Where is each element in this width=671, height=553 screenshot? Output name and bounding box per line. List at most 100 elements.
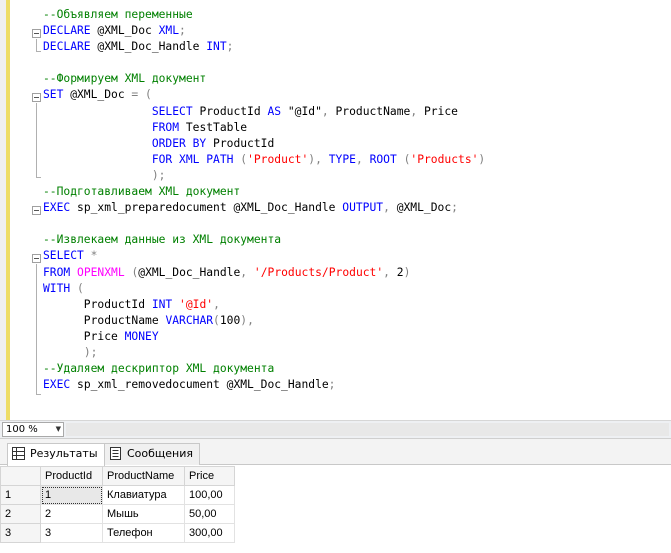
chevron-down-icon[interactable]: ▼ [56,423,61,436]
grid-cell-productid[interactable]: 1 [40,485,103,505]
grid-cell-productid[interactable]: 3 [40,523,103,543]
code-token: ) [403,265,411,279]
code-line[interactable]: ); [43,168,485,184]
code-line[interactable]: --Объявляем переменные [43,7,485,23]
sql-code[interactable]: --Объявляем переменные DECLARE @XML_Doc X… [43,7,485,393]
code-line[interactable]: EXEC sp_xml_preparedocument @XML_Doc_Han… [43,200,485,216]
code-token: INT [151,297,173,311]
code-token: '@Id' [179,297,214,311]
grid-cell-price[interactable]: 100,00 [184,485,235,505]
zoom-dropdown[interactable]: 100 % ▼ [2,422,64,437]
table-row[interactable]: 1 1 Клавиатура 100,00 [0,485,235,505]
code-token: --Подготавливаем XML документ [43,185,241,199]
code-line[interactable]: EXEC sp_xml_removedocument @XML_Doc_Hand… [43,377,485,393]
code-token: ProductId [43,297,152,311]
code-token: @XML_Doc [90,24,159,38]
code-line[interactable]: FROM TestTable [43,120,485,136]
grid-cell-productname[interactable]: Клавиатура [102,485,185,505]
code-line[interactable]: FOR XML PATH ('Product'), TYPE, ROOT ('P… [43,152,485,168]
code-token: , [383,265,390,279]
code-line[interactable]: ProductId INT '@Id', [43,297,485,313]
zoom-value: 100 % [6,424,38,435]
code-token: --Объявляем переменные [43,8,193,21]
fold-guide [36,103,37,177]
code-token: ; [226,40,234,54]
collapse-icon[interactable] [32,206,41,215]
code-token: Price [43,329,125,343]
code-token: ; [451,201,458,215]
table-row[interactable]: 2 2 Мышь 50,00 [0,504,235,524]
results-grid[interactable]: ProductId ProductName Price 1 1 Клавиату… [0,466,235,543]
code-token: EXEC [43,378,71,392]
row-number[interactable]: 3 [0,523,41,543]
grid-cell-productname[interactable]: Мышь [102,504,185,524]
fold-guide-end [36,394,41,395]
code-token: ProductName [43,313,166,327]
column-header-productname[interactable]: ProductName [102,466,185,486]
code-token: OUTPUT [342,201,384,215]
code-line[interactable]: --Формируем XML документ [43,71,485,87]
column-header-price[interactable]: Price [184,466,235,486]
column-header-productid[interactable]: ProductId [40,466,103,486]
code-line[interactable]: DECLARE @XML_Doc XML; [43,23,485,39]
code-token: , [355,152,363,166]
query-editor[interactable]: --Объявляем переменные DECLARE @XML_Doc X… [0,0,671,420]
collapse-icon[interactable] [32,254,41,263]
code-line[interactable]: --Подготавливаем XML документ [43,184,485,200]
code-token: EXEC [43,201,71,215]
code-line[interactable]: FROM OPENXML (@XML_Doc_Handle, '/Product… [43,265,485,281]
code-line[interactable]: Price MONEY [43,329,485,345]
grid-cell-productid[interactable]: 2 [40,504,103,524]
code-line[interactable]: SET @XML_Doc = ( [43,87,485,103]
tab-results[interactable]: Результаты [7,443,105,466]
row-number[interactable]: 1 [0,485,41,505]
code-token: DECLARE [43,24,91,38]
code-token: OPENXML [77,265,125,279]
horizontal-scrollbar[interactable] [66,423,669,436]
code-line[interactable]: SELECT * [43,248,485,264]
code-token: ( [213,313,220,327]
code-token: INT [206,40,227,54]
code-token: AS [267,104,282,118]
editor-status-bar: 100 % ▼ [0,420,671,438]
tab-results-label: Результаты [30,447,98,460]
collapse-icon[interactable] [32,93,41,102]
code-token: ( [77,281,84,295]
code-token: , [321,104,329,118]
collapse-icon[interactable] [32,29,41,38]
code-line[interactable]: WITH ( [43,281,485,297]
code-line[interactable]: --Извлекаем данные из XML документа [43,232,485,248]
code-token: ( [145,88,152,102]
code-line[interactable]: --Удаляем дескриптор XML документа [43,361,485,377]
fold-guide [36,39,37,51]
fold-guide [36,264,37,394]
table-row[interactable]: 3 3 Телефон 300,00 [0,523,235,543]
code-line[interactable]: ); [43,345,485,361]
code-token: ; [328,378,336,392]
code-token: WITH [43,281,71,295]
code-line[interactable]: SELECT ProductId AS "@Id", ProductName, … [43,104,485,120]
code-line[interactable]: ORDER BY ProductId [43,136,485,152]
code-line[interactable]: DECLARE @XML_Doc_Handle INT; [43,39,485,55]
code-token: --Удаляем дескриптор XML документа [43,362,275,376]
code-token: ), [308,152,322,166]
code-token: , [383,201,390,215]
code-token: ProductId [192,104,268,118]
tab-messages[interactable]: Сообщения [104,443,201,465]
grid-cell-price[interactable]: 50,00 [184,504,235,524]
grid-cell-productname[interactable]: Телефон [102,523,185,543]
code-token: ProductName [328,104,411,118]
grid-header-row: ProductId ProductName Price [0,466,235,486]
grid-cell-price[interactable]: 300,00 [184,523,235,543]
code-line[interactable]: ProductName VARCHAR(100), [43,313,485,329]
code-token: sp_xml_removedocument @XML_Doc_Handle [70,378,329,392]
grid-corner[interactable] [0,466,41,486]
code-token: "@Id" [281,104,322,118]
code-line[interactable] [43,216,485,232]
row-number[interactable]: 2 [0,504,41,524]
code-line[interactable] [43,55,485,71]
